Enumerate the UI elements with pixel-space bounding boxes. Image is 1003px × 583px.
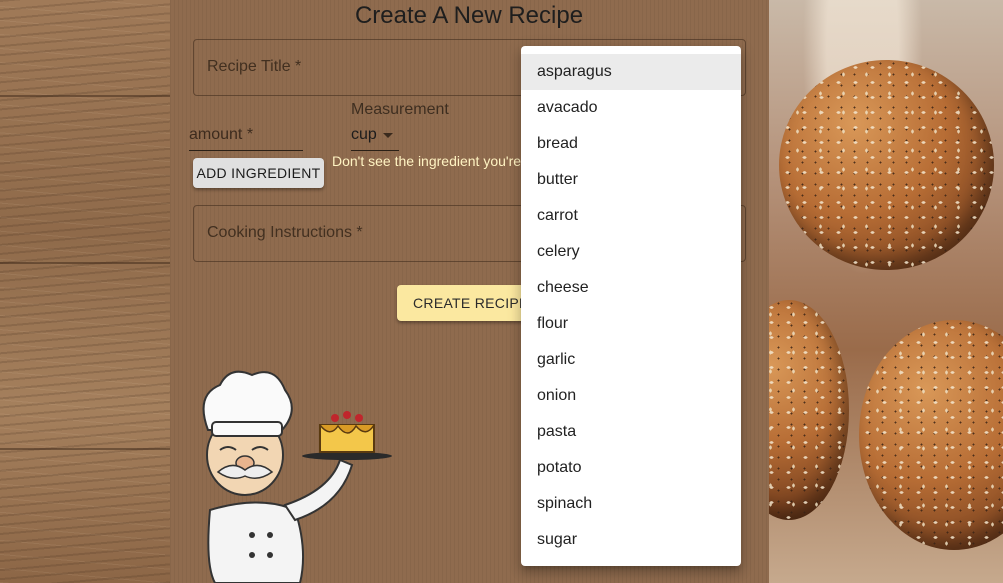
chef-illustration — [202, 370, 392, 583]
menu-item[interactable]: bread — [521, 126, 741, 162]
menu-item[interactable]: asparagus — [521, 54, 741, 90]
bread-loaf — [769, 300, 849, 520]
create-recipe-button[interactable]: CREATE RECIPE — [397, 285, 537, 321]
plank-divider — [0, 448, 170, 450]
wood-background — [0, 0, 170, 583]
ingredient-dropdown-menu: asparagus avacado bread butter carrot ce… — [521, 46, 741, 566]
bread-background — [769, 0, 1003, 583]
menu-item[interactable]: onion — [521, 378, 741, 414]
menu-item[interactable]: spinach — [521, 486, 741, 522]
page-title: Create A New Recipe — [354, 2, 584, 29]
menu-item[interactable]: flour — [521, 306, 741, 342]
menu-item[interactable]: potato — [521, 450, 741, 486]
add-ingredient-button[interactable]: ADD INGREDIENT — [193, 158, 324, 188]
cooking-instructions-label: Cooking Instructions * — [207, 224, 363, 241]
menu-item[interactable]: avacado — [521, 90, 741, 126]
menu-item[interactable]: pasta — [521, 414, 741, 450]
bread-loaf — [859, 320, 1003, 550]
menu-item[interactable]: carrot — [521, 198, 741, 234]
menu-item[interactable]: garlic — [521, 342, 741, 378]
ingredient-hint-text: Don't see the ingredient you're — [332, 153, 522, 169]
measurement-select[interactable]: cup — [351, 122, 399, 151]
plank-divider — [0, 95, 170, 97]
bread-loaf — [779, 60, 994, 270]
amount-field[interactable]: amount * — [189, 120, 303, 151]
plank-divider — [0, 262, 170, 264]
menu-item[interactable]: butter — [521, 162, 741, 198]
chevron-down-icon — [383, 133, 393, 138]
menu-item[interactable]: celery — [521, 234, 741, 270]
measurement-value: cup — [351, 126, 377, 143]
amount-label: amount * — [189, 126, 254, 143]
menu-item[interactable]: cheese — [521, 270, 741, 306]
recipe-title-label: Recipe Title * — [207, 58, 302, 75]
measurement-label: Measurement — [351, 101, 449, 118]
menu-item[interactable]: sugar — [521, 522, 741, 558]
